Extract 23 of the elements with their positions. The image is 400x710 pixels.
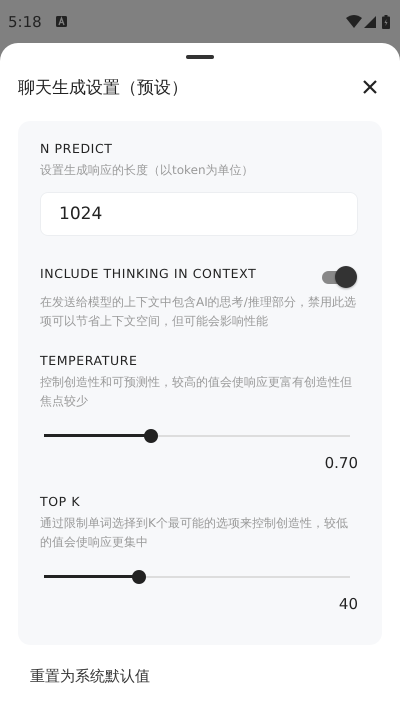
sheet-title: 聊天生成设置（预设） bbox=[18, 76, 188, 98]
notification-icon bbox=[56, 16, 67, 27]
reset-button[interactable]: 重置为系统默认值 bbox=[30, 663, 150, 690]
setting-label: N PREDICT bbox=[40, 141, 113, 156]
number-input-field[interactable]: 1024 bbox=[40, 192, 358, 236]
close-icon[interactable] bbox=[362, 79, 378, 95]
wifi-icon bbox=[346, 15, 362, 28]
setting-label: INCLUDE THINKING IN CONTEXT bbox=[40, 266, 256, 281]
setting-label: TEMPERATURE bbox=[40, 353, 138, 368]
setting-description: 通过限制单词选择到K个最可能的选项来控制创造性，较低的值会使响应更集中 bbox=[40, 515, 349, 551]
drag-handle[interactable] bbox=[186, 55, 214, 59]
slider-value: 40 bbox=[338, 595, 358, 613]
setting-description: 控制创造性和可预测性，较高的值会使响应更富有创造性但焦点较少 bbox=[40, 374, 353, 410]
setting-label: TOP K bbox=[40, 494, 80, 509]
slider-thumb[interactable] bbox=[144, 429, 158, 443]
battery-icon bbox=[382, 14, 390, 28]
status-time: 5:18 bbox=[8, 12, 42, 30]
setting-description: 在发送给模型的上下文中包含AI的思考/推理部分，禁用此选项可以节省上下文空间，但可能会影响性能 bbox=[40, 294, 357, 330]
signal-icon bbox=[364, 16, 376, 28]
slider-thumb[interactable] bbox=[132, 570, 146, 584]
slider-value: 0.70 bbox=[324, 454, 358, 472]
setting-description: 设置生成响应的长度（以token为单位） bbox=[40, 162, 255, 179]
toggle-switch[interactable] bbox=[322, 266, 356, 286]
